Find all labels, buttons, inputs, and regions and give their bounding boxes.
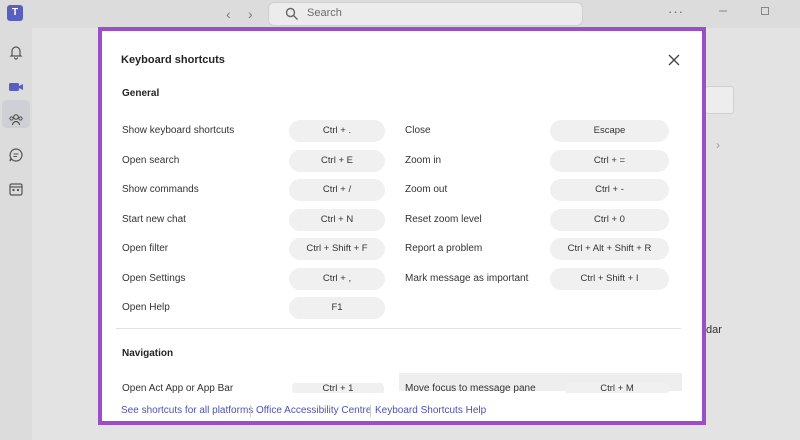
bell-icon[interactable] (8, 44, 24, 60)
title-bar: T ‹ › Search ··· (0, 0, 800, 28)
footer-link-all-platforms[interactable]: See shortcuts for all platforms (121, 405, 253, 416)
app-rail (0, 28, 32, 440)
footer-link-shortcuts-help[interactable]: Keyboard Shortcuts Help (375, 405, 486, 416)
shortcut-label: Close (405, 125, 431, 136)
shortcut-keys: Ctrl + 1 (292, 383, 384, 393)
background-input (705, 86, 734, 114)
shortcut-keys: Ctrl + = (550, 149, 669, 172)
shortcut-label: Move focus to message pane (405, 383, 536, 393)
shortcut-label: Open Help (122, 302, 170, 313)
section-title-navigation: Navigation (122, 348, 174, 359)
scrollbar-thumb[interactable] (702, 79, 706, 143)
shortcut-label: Open search (122, 154, 180, 166)
navigation-shortcuts-list: Open Act App or App Bar Ctrl + 1 Move focu… (102, 383, 702, 393)
search-bar[interactable]: Search (268, 2, 583, 26)
shortcut-keys: F1 (289, 297, 385, 319)
shortcut-keys: Ctrl + N (289, 208, 385, 231)
maximize-icon[interactable] (760, 6, 770, 16)
shortcut-keys: Ctrl + - (550, 179, 669, 201)
keyboard-shortcuts-dialog: Keyboard shortcuts General Show keyboard… (98, 27, 706, 425)
shortcut-label: Show keyboard shortcuts (122, 125, 235, 136)
scrollbar-track[interactable] (698, 73, 702, 373)
video-icon[interactable] (8, 79, 24, 95)
footer-separator (370, 405, 371, 417)
shortcut-keys: Ctrl + E (289, 149, 385, 172)
calendar-icon[interactable] (8, 181, 24, 197)
search-icon (285, 7, 298, 20)
shortcut-label: Show commands (122, 184, 199, 195)
section-divider (116, 328, 681, 329)
background-partial-text: dar (706, 324, 722, 336)
back-arrow-icon[interactable]: ‹ (226, 6, 231, 22)
footer-separator (250, 405, 251, 417)
shortcut-keys: Ctrl + Shift + F (289, 238, 385, 260)
shortcut-label: Report a problem (405, 243, 483, 254)
shortcut-keys: Ctrl + . (289, 120, 385, 142)
shortcut-label: Open filter (122, 243, 169, 254)
teams-logo-icon[interactable]: T (7, 5, 23, 21)
shortcut-keys: Ctrl + Shift + I (550, 267, 669, 290)
shortcut-keys: Ctrl + Alt + Shift + R (550, 238, 669, 260)
close-icon[interactable] (667, 53, 681, 67)
shortcut-keys: Ctrl + 0 (550, 208, 669, 231)
shortcut-keys: Escape (550, 120, 669, 142)
search-placeholder: Search (307, 7, 342, 19)
shortcut-label: Start new chat (122, 213, 186, 225)
people-icon[interactable] (8, 112, 24, 128)
shortcut-keys: Ctrl + M (565, 383, 669, 393)
dialog-footer: See shortcuts for all platforms Office A… (102, 393, 702, 421)
shortcut-label: Open Act App or App Bar (122, 383, 234, 393)
shortcut-label: Zoom in (405, 154, 442, 166)
minimize-icon[interactable] (718, 6, 728, 16)
shortcut-label: Open Settings (122, 272, 186, 284)
chat-icon[interactable] (8, 147, 24, 163)
dialog-title: Keyboard shortcuts (121, 54, 225, 66)
section-title-general: General (122, 88, 160, 99)
shortcut-label: Mark message as important (405, 272, 529, 284)
shortcut-keys: Ctrl + / (289, 179, 385, 201)
shortcut-label: Reset zoom level (405, 213, 482, 225)
footer-link-accessibility-centre[interactable]: Office Accessibility Centre (256, 405, 371, 416)
forward-arrow-icon[interactable]: › (248, 6, 253, 22)
shortcut-label: Zoom out (405, 184, 448, 195)
more-options-icon[interactable]: ··· (668, 4, 684, 19)
background-chevron-icon: › (716, 138, 720, 152)
shortcut-keys: Ctrl + , (289, 267, 385, 290)
